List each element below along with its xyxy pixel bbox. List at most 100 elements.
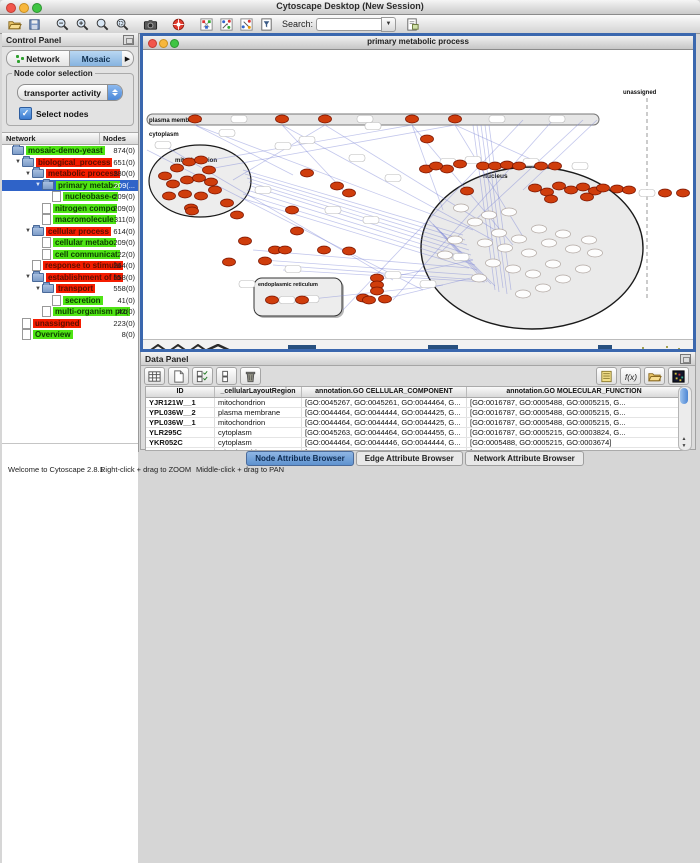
tree-item-multi-organism-pro[interactable]: multi-organism pro42(0)	[2, 306, 138, 318]
network-node-selected[interactable]	[183, 158, 196, 166]
expand-arrow-icon[interactable]: ▼	[14, 159, 22, 165]
tree-item-metabolic-process[interactable]: ▼metabolic process280(0)	[2, 168, 138, 180]
network-node-selected[interactable]	[205, 178, 218, 186]
network-node-selected[interactable]	[167, 180, 180, 188]
scrollbar-thumb[interactable]	[680, 388, 688, 404]
column-header-2[interactable]: annotation.GO CELLULAR_COMPONENT	[302, 387, 467, 397]
table-row[interactable]: YPL036W__2plasma membrane[GO:0044464, GO…	[146, 408, 682, 418]
network-node-selected[interactable]	[186, 207, 199, 215]
network-node-selected[interactable]	[581, 193, 594, 201]
zoom-selected-icon[interactable]	[112, 16, 132, 32]
network-node-selected[interactable]	[529, 184, 542, 192]
network-node-selected[interactable]	[363, 296, 376, 304]
network-node-selected[interactable]	[659, 189, 672, 197]
network-node[interactable]	[506, 265, 521, 273]
network-node-selected[interactable]	[291, 227, 304, 235]
network-node-selected[interactable]	[430, 162, 443, 170]
network-node-selected[interactable]	[597, 184, 610, 192]
network-node-selected[interactable]	[379, 295, 392, 303]
network-node[interactable]	[438, 251, 453, 259]
notepad-icon[interactable]	[596, 367, 617, 385]
tree-item-cell-communicat[interactable]: cell communicat22(0)	[2, 249, 138, 261]
expand-arrow-icon[interactable]: ▼	[34, 286, 42, 292]
network-node[interactable]	[542, 239, 557, 247]
network-node-selected[interactable]	[461, 187, 474, 195]
tree-item-primary-metabo[interactable]: ▼primary metabo209(...	[2, 180, 138, 192]
table-row[interactable]: YKR052Ccytoplasm[GO:0044464, GO:0044446,…	[146, 438, 682, 448]
vizmapper-icon[interactable]	[196, 16, 216, 32]
network-node-selected[interactable]	[286, 206, 299, 214]
network-node-selected[interactable]	[477, 162, 490, 170]
network-node[interactable]	[498, 244, 513, 252]
filter-icon[interactable]	[256, 16, 276, 32]
network-node-selected[interactable]	[189, 115, 202, 123]
network-node-selected[interactable]	[623, 186, 636, 194]
network-node[interactable]	[486, 259, 501, 267]
network-node[interactable]	[502, 208, 517, 216]
table-row[interactable]: YJR121W__1mitochondrion[GO:0045267, GO:0…	[146, 398, 682, 408]
network-node-selected[interactable]	[163, 192, 176, 200]
float-panel-icon[interactable]	[123, 35, 134, 45]
network-node-selected[interactable]	[449, 115, 462, 123]
snapshot-icon[interactable]	[140, 16, 160, 32]
tree-item-nucleobase-c[interactable]: nucleobase-c209(0)	[2, 191, 138, 203]
network-node-selected[interactable]	[318, 246, 331, 254]
table-row[interactable]: YLR295Ccytoplasm[GO:0045263, GO:0044464,…	[146, 428, 682, 438]
select-attributes-icon[interactable]	[192, 367, 213, 385]
column-header-1[interactable]: _cellularLayoutRegion	[215, 387, 302, 397]
tab-node-attribute-browser[interactable]: Node Attribute Browser	[246, 451, 354, 466]
search-input[interactable]	[316, 18, 381, 31]
help-icon[interactable]	[168, 16, 188, 32]
network-node-selected[interactable]	[343, 189, 356, 197]
table-row[interactable]: YPL036W__1mitochondrion[GO:0044464, GO:0…	[146, 418, 682, 428]
zoom-out-icon[interactable]	[52, 16, 72, 32]
new-attribute-icon[interactable]	[168, 367, 189, 385]
zoom-in-icon[interactable]	[72, 16, 92, 32]
network-node[interactable]	[582, 236, 597, 244]
import-table-icon[interactable]	[644, 367, 665, 385]
network-node[interactable]	[454, 204, 469, 212]
network-node[interactable]	[556, 230, 571, 238]
network-node-selected[interactable]	[279, 246, 292, 254]
network-node-selected[interactable]	[181, 176, 194, 184]
column-header-3[interactable]: annotation.GO MOLECULAR_FUNCTION	[467, 387, 682, 397]
search-dropdown-arrow[interactable]: ▼	[381, 17, 396, 32]
tree-item-biological-process[interactable]: ▼biological_process651(0)	[2, 157, 138, 169]
network-node[interactable]	[472, 274, 487, 282]
network-node-selected[interactable]	[577, 183, 590, 191]
network-node[interactable]	[566, 245, 581, 253]
tree-item-cellular-metabo[interactable]: cellular metabo209(0)	[2, 237, 138, 249]
network-node-selected[interactable]	[535, 162, 548, 170]
network-node[interactable]	[448, 236, 463, 244]
network-node-selected[interactable]	[209, 186, 222, 194]
select-nodes-checkbox[interactable]: ✓	[19, 107, 32, 120]
network-node-selected[interactable]	[549, 162, 562, 170]
expand-arrow-icon[interactable]: ▼	[24, 228, 32, 234]
network-node-selected[interactable]	[239, 237, 252, 245]
network-node[interactable]	[546, 260, 561, 268]
tree-item-macromolecule[interactable]: macromolecule311(0)	[2, 214, 138, 226]
float-panel-icon[interactable]	[680, 354, 691, 364]
network-node-selected[interactable]	[501, 161, 514, 169]
network-node-selected[interactable]	[179, 190, 192, 198]
network-node-selected[interactable]	[171, 164, 184, 172]
tab-network-attribute-browser[interactable]: Network Attribute Browser	[465, 451, 584, 466]
expand-arrow-icon[interactable]: ▼	[24, 274, 32, 280]
network-node-selected[interactable]	[677, 189, 690, 197]
tab-edge-attribute-browser[interactable]: Edge Attribute Browser	[356, 451, 463, 466]
network-node-selected[interactable]	[343, 247, 356, 255]
network-node-selected[interactable]	[221, 199, 234, 207]
tab-network[interactable]: Network	[7, 54, 69, 64]
network-node-selected[interactable]	[259, 257, 272, 265]
zoom-fit-icon[interactable]	[92, 16, 112, 32]
network-node-selected[interactable]	[195, 192, 208, 200]
network-node-selected[interactable]	[553, 182, 566, 190]
network-node[interactable]	[522, 249, 537, 257]
unselect-attributes-icon[interactable]	[216, 367, 237, 385]
network-node[interactable]	[516, 290, 531, 298]
tree-item-transport[interactable]: ▼transport558(0)	[2, 283, 138, 295]
tree-item-response-to-stimulu[interactable]: response to stimulu264(0)	[2, 260, 138, 272]
layout-2-icon[interactable]	[236, 16, 256, 32]
expand-arrow-icon[interactable]: ▼	[34, 182, 42, 188]
network-node[interactable]	[588, 249, 603, 257]
